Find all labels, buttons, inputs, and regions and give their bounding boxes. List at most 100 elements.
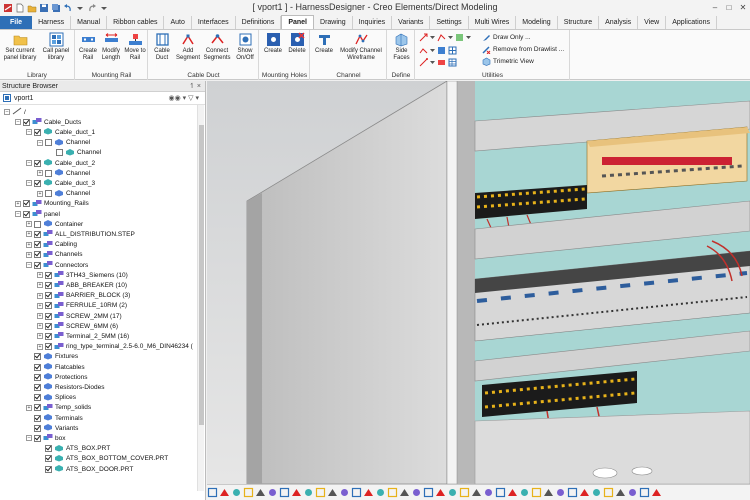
next-icon[interactable] [639,487,650,498]
top-view-icon[interactable] [459,487,470,498]
tree-node[interactable]: Resistors-Diodes [26,382,105,392]
tree-node[interactable]: + Mounting_Rails [15,199,89,209]
move-to-rail-button[interactable]: Move to Rail [123,32,147,62]
visibility-checkbox[interactable] [45,292,52,300]
layer-icon[interactable] [411,487,422,498]
tab-structure[interactable]: Structure [558,16,600,29]
expand-toggle-icon[interactable]: + [37,302,43,309]
expand-toggle-icon[interactable]: + [26,251,32,258]
path-tool-icon[interactable] [437,33,446,42]
mounting-hole-create-button[interactable]: Create [261,32,285,55]
visibility-checkbox[interactable] [23,210,30,218]
expand-toggle-icon[interactable]: + [37,272,43,279]
color-icon[interactable] [423,487,434,498]
expand-toggle-icon[interactable]: – [4,109,10,115]
visibility-checkbox[interactable] [45,271,52,279]
tree-node[interactable]: + ring_type_terminal_2.5-6.0_M6_DIN46234 … [37,342,193,352]
tree-node[interactable]: – Cable_duct_1 [26,127,95,137]
ruler-icon[interactable] [531,487,542,498]
tab-analysis[interactable]: Analysis [599,16,639,29]
expand-toggle-icon[interactable]: + [26,404,32,411]
wireframe-icon[interactable] [339,487,350,498]
visibility-checkbox[interactable] [34,394,41,402]
tree-node[interactable]: + Terminal_2_5MM (16) [37,331,129,341]
scrollbar-thumb[interactable] [199,125,204,425]
camera-icon[interactable] [435,487,446,498]
expand-toggle-icon[interactable]: + [26,241,32,248]
dropdown-icon[interactable] [430,33,435,42]
tab-drawing[interactable]: Drawing [314,16,353,29]
close-icon[interactable] [651,487,662,498]
channel-create-button[interactable]: Create [312,32,336,55]
pan-icon[interactable] [243,487,254,498]
component-tool-icon[interactable] [437,46,446,55]
tab-multi-wires[interactable]: Multi Wires [469,16,517,29]
tab-settings[interactable]: Settings [430,16,469,29]
dropdown-icon[interactable]: ▾ [183,95,187,102]
tree-node[interactable]: – box [26,433,65,443]
cable-duct-button[interactable]: Cable Duct [150,32,174,62]
visibility-checkbox[interactable] [34,434,41,442]
grid-tool-icon[interactable] [448,46,457,55]
tree-node[interactable]: – panel [15,209,60,219]
visibility-checkbox[interactable] [45,281,52,289]
visibility-checkbox[interactable] [34,128,41,136]
tab-auto[interactable]: Auto [164,16,192,29]
iso-view-icon[interactable] [483,487,494,498]
expand-toggle-icon[interactable]: + [37,313,43,319]
expand-toggle-icon[interactable]: + [26,231,32,238]
visibility-checkbox[interactable] [34,261,41,269]
note-icon[interactable] [543,487,554,498]
tab-panel[interactable]: Panel [281,15,315,29]
expand-toggle-icon[interactable]: + [26,221,32,228]
dropdown-icon[interactable] [430,58,435,67]
expand-toggle-icon[interactable]: + [37,170,43,177]
tree-node[interactable]: – Cable_duct_3 [26,178,95,188]
copy-icon[interactable] [567,487,578,498]
tree-node[interactable]: Fixtures [26,352,78,362]
view-home-icon[interactable] [207,487,218,498]
render-icon[interactable] [495,487,506,498]
visibility-checkbox[interactable] [34,220,41,228]
expand-toggle-icon[interactable]: – [26,435,32,442]
tree-node[interactable]: + ABB_BREAKER (10) [37,280,127,290]
tree-node[interactable]: + Channel [37,189,90,199]
viewport-selector[interactable]: vport1 [14,95,33,102]
tab-ribbon-cables[interactable]: Ribbon cables [107,16,165,29]
dropdown-icon[interactable] [430,46,435,55]
tree-node[interactable]: + Channels [26,250,82,260]
tree-node[interactable]: – Cable_duct_2 [26,158,95,168]
axes-icon[interactable] [519,487,530,498]
tree-node[interactable]: – / [4,107,26,117]
mounting-hole-delete-button[interactable]: Delete [285,32,309,55]
tree-node[interactable]: Splices [26,393,76,403]
visibility-checkbox[interactable] [45,465,52,473]
tree-node[interactable]: + FERRULE_10RM (2) [37,301,127,311]
tree-node[interactable]: Protections [26,372,88,382]
visibility-checkbox[interactable] [34,404,41,412]
tree-node[interactable]: – Connectors [26,260,88,270]
expand-toggle-icon[interactable]: – [37,139,43,146]
visibility-checkbox[interactable] [56,149,63,157]
trimetric-view-button[interactable]: Trimetric View [482,57,534,66]
visibility-checkbox[interactable] [34,159,41,167]
expand-toggle-icon[interactable]: – [26,160,32,166]
visibility-checkbox[interactable] [45,322,52,330]
expand-toggle-icon[interactable]: – [15,119,21,126]
fit-view-icon[interactable] [219,487,230,498]
add-segment-button[interactable]: Add Segment [175,32,201,62]
redo-icon[interactable] [87,3,97,13]
tree-node[interactable]: Terminals [26,413,83,423]
tree-node[interactable]: +3TH43_Siemens (10) [37,270,128,280]
visibility-checkbox[interactable] [23,200,30,208]
create-rail-button[interactable]: Create Rail [77,32,99,62]
tree-node[interactable]: + SCREW_2MM (17) [37,311,122,321]
undo-icon[interactable] [63,3,73,13]
tree-node[interactable]: + Cabling [26,240,77,250]
visibility-checkbox[interactable] [34,179,41,187]
visibility-checkbox[interactable] [45,343,52,351]
tree-node[interactable]: – Cable_Ducts [15,117,81,127]
dropdown-icon[interactable]: ▾ [195,95,199,102]
tree-node[interactable]: ATS_BOX_DOOR.PRT [37,464,133,474]
snap-icon[interactable] [387,487,398,498]
